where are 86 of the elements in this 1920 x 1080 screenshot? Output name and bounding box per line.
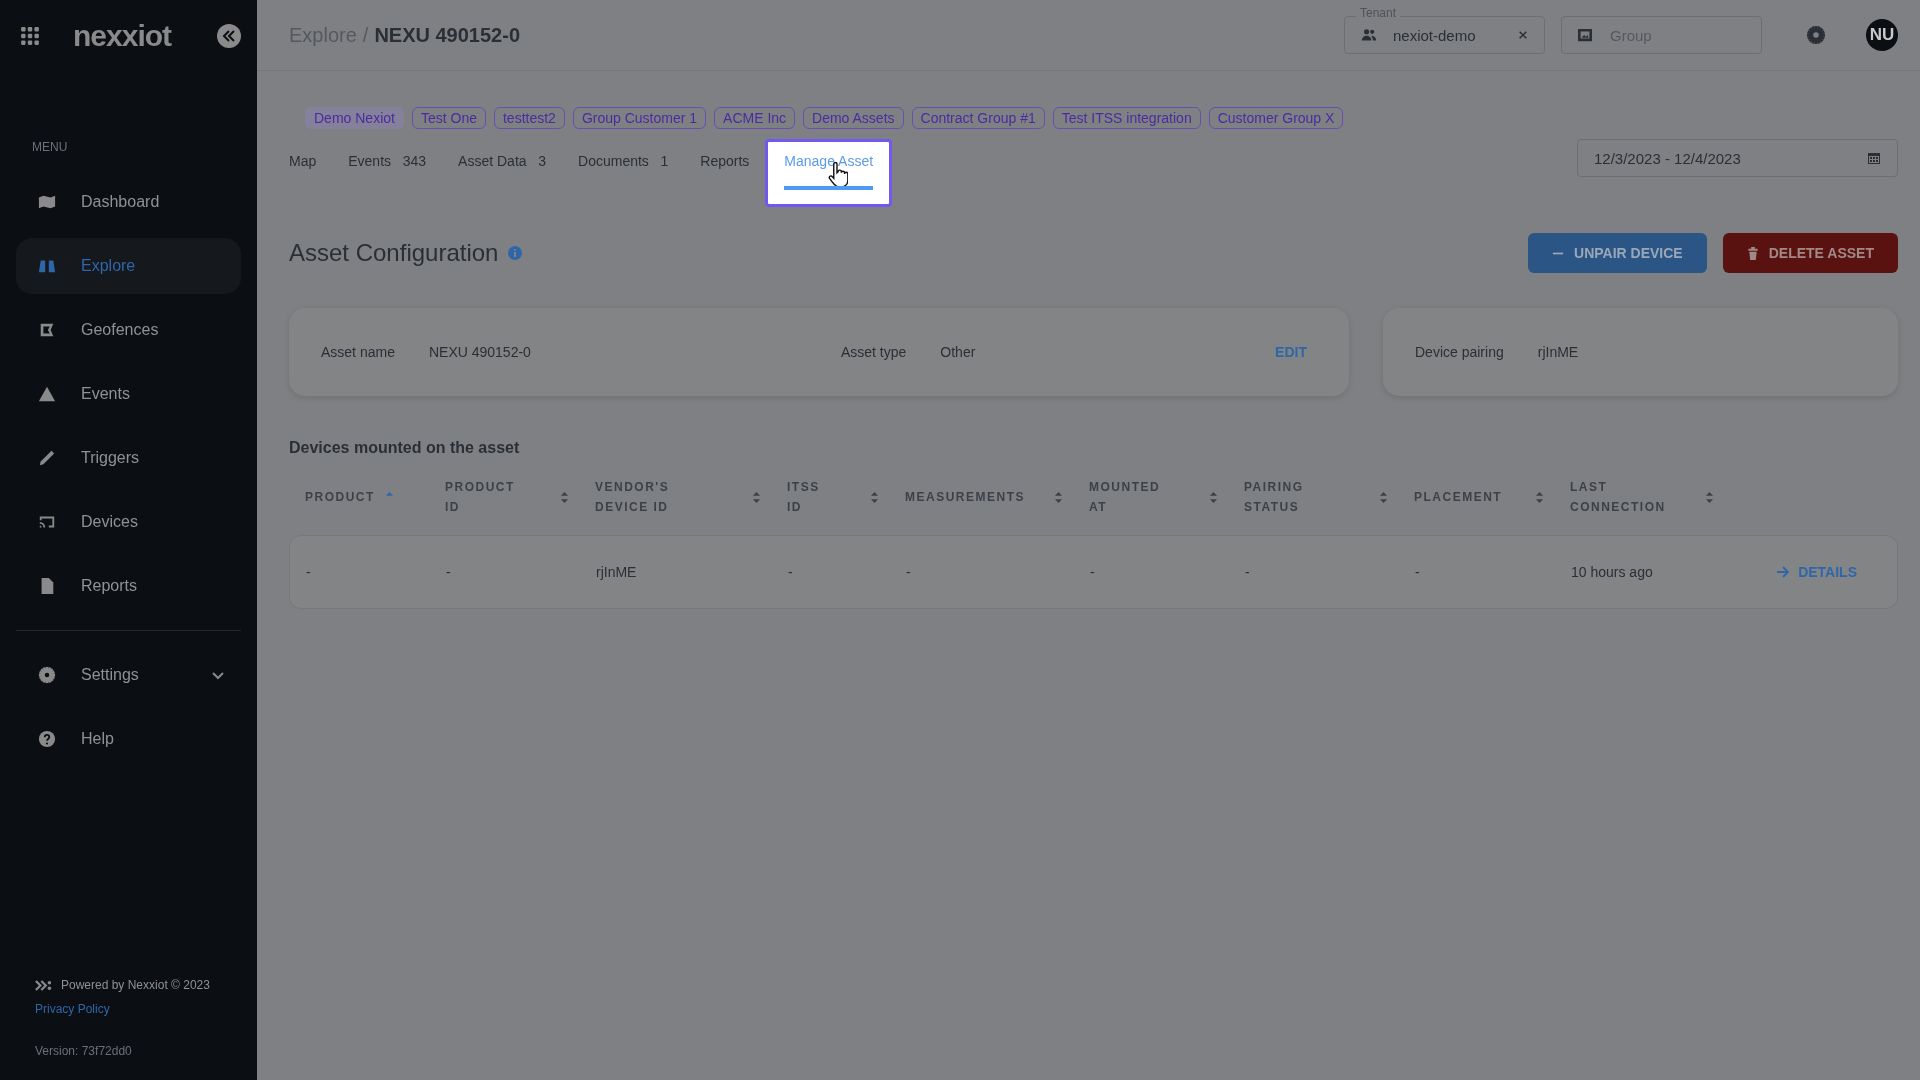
delete-asset-button[interactable]: DELETE ASSET bbox=[1722, 233, 1898, 273]
field-value: Other bbox=[940, 344, 977, 360]
sort-icon[interactable] bbox=[1054, 490, 1063, 504]
apps-grid-icon[interactable] bbox=[20, 26, 40, 46]
warning-icon bbox=[38, 385, 56, 403]
sort-icon[interactable] bbox=[1535, 490, 1544, 504]
sidebar-item[interactable]: Devices bbox=[16, 494, 241, 550]
tab[interactable]: Documents 1 bbox=[562, 139, 685, 193]
group-tag[interactable]: Demo Nexiot bbox=[305, 107, 404, 129]
field-value: nexiot-demo bbox=[1393, 26, 1477, 44]
column-header[interactable]: VENDOR'S DEVICE ID bbox=[595, 477, 725, 517]
table-title: Devices mounted on the asset bbox=[289, 439, 521, 457]
tab[interactable]: Manage Asset bbox=[765, 139, 893, 207]
sort-icon[interactable] bbox=[870, 490, 879, 504]
arrow-right-icon bbox=[1776, 566, 1791, 578]
close-icon[interactable] bbox=[1518, 30, 1528, 40]
sidebar-item[interactable]: Settings bbox=[16, 647, 241, 703]
details-link[interactable]: DETAILS bbox=[1776, 564, 1857, 580]
sidebar-item[interactable]: Help bbox=[16, 711, 241, 767]
tab[interactable]: Map bbox=[289, 139, 333, 193]
collapse-icon[interactable] bbox=[217, 24, 241, 48]
table-cell: - bbox=[1415, 564, 1420, 580]
image-frame-icon bbox=[1577, 28, 1593, 42]
version-text: Version: 73f72dd0 bbox=[35, 1044, 133, 1058]
sort-icon[interactable] bbox=[1209, 490, 1218, 504]
table-cell: - bbox=[1245, 564, 1250, 580]
field-label: Asset name bbox=[321, 344, 395, 360]
unpair-device-button[interactable]: UNPAIR DEVICE bbox=[1528, 233, 1707, 273]
column-header[interactable]: PAIRING STATUS bbox=[1244, 477, 1324, 517]
users-icon bbox=[1361, 28, 1377, 42]
info-icon[interactable] bbox=[508, 246, 523, 260]
sort-icon[interactable] bbox=[752, 490, 761, 504]
tab[interactable]: Events 343 bbox=[332, 139, 443, 193]
field-label: Device pairing bbox=[1415, 344, 1504, 360]
logo: nexxiot bbox=[73, 19, 173, 53]
tab[interactable]: Reports bbox=[684, 139, 766, 193]
column-header[interactable]: MEASUREMENTS bbox=[905, 487, 1025, 507]
date-range-field[interactable]: 12/3/2023 - 12/4/2023 bbox=[1577, 139, 1898, 177]
trash-icon bbox=[1746, 246, 1759, 260]
column-header[interactable]: LAST CONNECTION bbox=[1570, 477, 1680, 517]
field-value: NEXU 490152-0 bbox=[428, 344, 532, 360]
column-header[interactable]: PLACEMENT bbox=[1414, 487, 1503, 507]
group-tag[interactable]: ACME Inc bbox=[714, 107, 796, 129]
edit-link[interactable]: EDIT bbox=[1275, 344, 1307, 360]
section-title: Asset Configuration bbox=[289, 239, 499, 267]
page-title: NEXU 490152-0 bbox=[374, 23, 521, 47]
table-cell: - bbox=[306, 564, 311, 580]
user-avatar[interactable]: NU bbox=[1866, 19, 1898, 51]
group-tag[interactable]: Customer Group X bbox=[1208, 107, 1344, 129]
group-tag[interactable]: testtest2 bbox=[493, 107, 565, 129]
menu-heading: MENU bbox=[32, 140, 69, 154]
logo-mark-icon bbox=[35, 979, 53, 991]
map-icon bbox=[38, 193, 56, 211]
pen-icon bbox=[38, 449, 56, 467]
column-header[interactable]: PRODUCT ID bbox=[445, 477, 515, 517]
sort-icon[interactable] bbox=[560, 490, 569, 504]
privacy-link[interactable]: Privacy Policy bbox=[35, 1002, 241, 1016]
table-cell: - bbox=[1090, 564, 1095, 580]
group-tag[interactable]: Test One bbox=[411, 107, 486, 129]
sort-icon[interactable] bbox=[1379, 490, 1388, 504]
help-icon bbox=[38, 730, 56, 748]
group-tag[interactable]: Demo Assets bbox=[803, 107, 904, 129]
sort-icon[interactable] bbox=[1705, 490, 1714, 504]
field-value: rjInME bbox=[1537, 344, 1579, 360]
sidebar-item[interactable]: Triggers bbox=[16, 430, 241, 486]
table-cell: rjInME bbox=[596, 564, 637, 580]
table-cell: - bbox=[446, 564, 451, 580]
column-header[interactable]: PRODUCT bbox=[305, 487, 375, 507]
sidebar-item[interactable]: Reports bbox=[16, 558, 241, 614]
calendar-icon[interactable] bbox=[1867, 151, 1881, 165]
sidebar-item[interactable]: Geofences bbox=[16, 302, 241, 358]
column-header[interactable]: ITSS ID bbox=[787, 477, 837, 517]
group-tag[interactable]: Group Customer 1 bbox=[572, 107, 707, 129]
column-header[interactable]: MOUNTED AT bbox=[1089, 477, 1161, 517]
sidebar-item[interactable]: Dashboard bbox=[16, 174, 241, 230]
breadcrumb-separator: / bbox=[362, 23, 369, 47]
group-tag[interactable]: Contract Group #1 bbox=[911, 107, 1045, 129]
sidebar-item[interactable]: Explore bbox=[16, 238, 241, 294]
group-tag[interactable]: Test ITSS integration bbox=[1052, 107, 1201, 129]
tab[interactable]: Asset Data 3 bbox=[442, 139, 563, 193]
copyright-text: Powered by Nexxiot © 2023 bbox=[61, 978, 210, 992]
table-cell: 10 hours ago bbox=[1571, 564, 1653, 580]
table-cell: - bbox=[788, 564, 793, 580]
sidebar-item[interactable]: Events bbox=[16, 366, 241, 422]
table-cell: - bbox=[906, 564, 911, 580]
field-label: Asset type bbox=[840, 344, 907, 360]
